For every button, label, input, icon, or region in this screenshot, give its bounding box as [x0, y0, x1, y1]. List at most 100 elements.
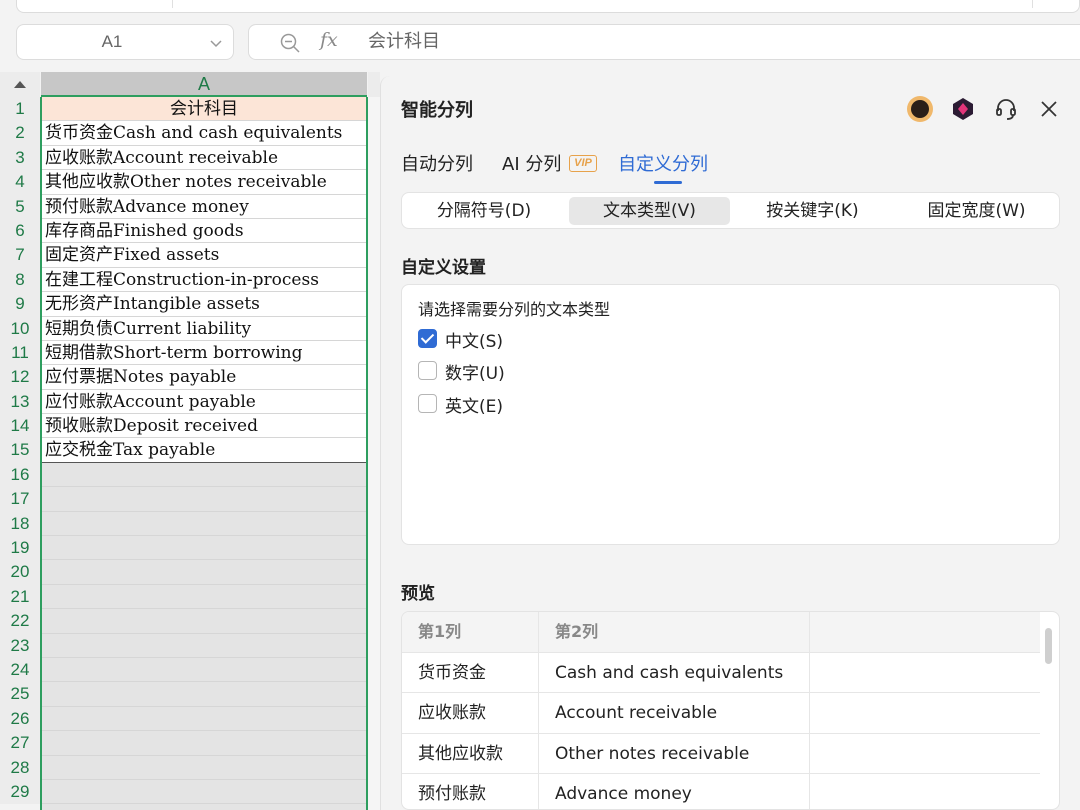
- option-english-label: 英文(E): [445, 397, 504, 417]
- zoom-icon[interactable]: [279, 32, 301, 54]
- gem-icon[interactable]: [951, 97, 975, 121]
- grid-overflow: [368, 97, 380, 810]
- avatar[interactable]: [907, 96, 933, 122]
- segment-keyword[interactable]: 按关键字(K): [732, 197, 893, 225]
- row-header[interactable]: 11: [0, 340, 40, 366]
- empty-cell[interactable]: [42, 536, 366, 561]
- row-header[interactable]: 21: [0, 584, 40, 610]
- preview-scrollbar[interactable]: [1045, 628, 1052, 664]
- row-header[interactable]: 10: [0, 316, 40, 341]
- empty-cell[interactable]: [42, 682, 366, 707]
- empty-cell[interactable]: [42, 634, 366, 658]
- row-header[interactable]: 1: [0, 97, 40, 122]
- chevron-down-icon[interactable]: [209, 36, 223, 50]
- table-row[interactable]: 固定资产Fixed assets: [42, 243, 366, 268]
- preview-title: 预览: [401, 584, 435, 604]
- ribbon-strip: [16, 0, 1080, 13]
- settings-prompt: 请选择需要分列的文本类型: [418, 300, 611, 319]
- segment-fixed-width[interactable]: 固定宽度(W): [896, 197, 1057, 225]
- empty-cell[interactable]: [42, 609, 366, 634]
- preview-cell: 货币资金: [418, 662, 486, 683]
- row-header[interactable]: 18: [0, 511, 40, 537]
- select-all-corner[interactable]: [0, 72, 40, 97]
- row-header[interactable]: 2: [0, 121, 40, 146]
- segment-text-type[interactable]: 文本类型(V): [569, 197, 730, 225]
- tab-auto-split[interactable]: 自动分列: [401, 150, 473, 176]
- row-header[interactable]: 27: [0, 731, 40, 756]
- table-row[interactable]: 货币资金Cash and cash equivalents: [42, 121, 366, 146]
- preview-cell: 应收账款: [418, 703, 486, 723]
- table-row[interactable]: 预付账款Advance money: [42, 194, 366, 219]
- row-header[interactable]: 24: [0, 657, 40, 683]
- segment-delimiter[interactable]: 分隔符号(D): [406, 197, 562, 225]
- formula-input[interactable]: 会计科目: [368, 25, 440, 59]
- checkbox-chinese[interactable]: [418, 329, 437, 348]
- table-row[interactable]: 短期负债Current liability: [42, 316, 366, 341]
- preview-header-col2: 第2列: [555, 622, 599, 641]
- row-header[interactable]: 14: [0, 414, 40, 439]
- option-chinese-label: 中文(S): [445, 332, 504, 352]
- row-header[interactable]: 7: [0, 243, 40, 268]
- formula-bar[interactable]: fx 会计科目: [248, 24, 1080, 60]
- empty-cell[interactable]: [42, 731, 366, 756]
- row-header[interactable]: 4: [0, 170, 40, 195]
- settings-box: 请选择需要分列的文本类型 中文(S) 数字(U) 英文(E): [401, 284, 1060, 545]
- checkbox-number[interactable]: [418, 361, 437, 380]
- row-header[interactable]: 8: [0, 267, 40, 293]
- table-row[interactable]: 短期借款Short-term borrowing: [42, 340, 366, 366]
- table-row[interactable]: 库存商品Finished goods: [42, 218, 366, 244]
- empty-cell[interactable]: [42, 780, 366, 805]
- table-row[interactable]: 应交税金Tax payable: [42, 438, 366, 463]
- row-header[interactable]: 25: [0, 682, 40, 707]
- table-row[interactable]: 预收账款Deposit received: [42, 414, 366, 439]
- preview-header-col1: 第1列: [418, 622, 462, 641]
- row-header[interactable]: 13: [0, 389, 40, 415]
- row-header[interactable]: 28: [0, 755, 40, 780]
- function-icon[interactable]: fx: [320, 29, 338, 51]
- table-row[interactable]: 应付票据Notes payable: [42, 365, 366, 390]
- table-row: 其他应收款 Other notes receivable: [402, 733, 1040, 774]
- cell-reference: A1: [101, 32, 123, 51]
- row-header[interactable]: 26: [0, 706, 40, 732]
- empty-cell[interactable]: [42, 658, 366, 683]
- column-header-a[interactable]: A: [41, 72, 367, 97]
- empty-cell[interactable]: [42, 487, 366, 512]
- empty-cell[interactable]: [42, 707, 366, 732]
- table-row[interactable]: 其他应收款Other notes receivable: [42, 170, 366, 195]
- table-row[interactable]: 应付账款Account payable: [42, 389, 366, 415]
- empty-cell[interactable]: [42, 463, 366, 488]
- checkbox-english[interactable]: [418, 394, 437, 413]
- row-headers: 1 2 3 4 5 6 7 8 9 10 11 12 13 14 15 16 17 18 19 20 21 22 23 24 2…: [0, 97, 40, 805]
- empty-cell[interactable]: [42, 585, 366, 610]
- row-header[interactable]: 16: [0, 462, 40, 488]
- table-row[interactable]: 无形资产Intangible assets: [42, 292, 366, 317]
- row-header[interactable]: 23: [0, 633, 40, 658]
- empty-cell[interactable]: [42, 756, 366, 780]
- row-header[interactable]: 22: [0, 609, 40, 634]
- headset-icon[interactable]: [993, 96, 1019, 122]
- preview-cell: Other notes receivable: [555, 743, 750, 764]
- column-a-cells[interactable]: 会计科目 货币资金Cash and cash equivalents 应收账款Acc…: [40, 97, 368, 810]
- table-row[interactable]: 在建工程Construction-in-process: [42, 267, 366, 293]
- row-header[interactable]: 19: [0, 536, 40, 561]
- row-header[interactable]: 9: [0, 292, 40, 317]
- header-cell[interactable]: 会计科目: [42, 97, 366, 122]
- row-header[interactable]: 12: [0, 365, 40, 390]
- row-header[interactable]: 6: [0, 218, 40, 244]
- table-row[interactable]: 应收账款Account receivable: [42, 145, 366, 171]
- name-box[interactable]: A1: [16, 24, 234, 60]
- tab-custom-split[interactable]: 自定义分列: [618, 150, 708, 184]
- panel-title: 智能分列: [401, 100, 473, 121]
- close-icon[interactable]: [1038, 98, 1060, 120]
- row-header[interactable]: 29: [0, 779, 40, 805]
- tab-ai-split[interactable]: AI 分列: [502, 150, 561, 176]
- empty-cell[interactable]: [42, 560, 366, 585]
- row-header[interactable]: 17: [0, 487, 40, 512]
- row-header[interactable]: 5: [0, 194, 40, 219]
- row-header[interactable]: 20: [0, 560, 40, 585]
- empty-cell[interactable]: [42, 512, 366, 537]
- preview-cell: Account receivable: [555, 703, 718, 723]
- row-header[interactable]: 3: [0, 145, 40, 171]
- row-header[interactable]: 15: [0, 438, 40, 463]
- column-header-b[interactable]: [368, 72, 380, 97]
